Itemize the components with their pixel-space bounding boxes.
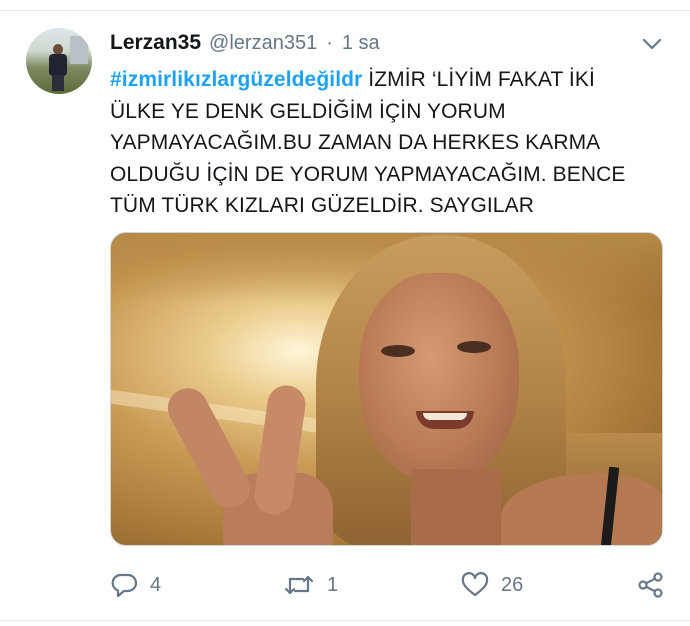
tweet-text-line: TÜM TÜRK KIZLARI GÜZELDİR. SAYGILAR xyxy=(110,194,534,217)
bottom-divider xyxy=(0,620,690,621)
share-button[interactable] xyxy=(637,571,665,599)
photo-teeth xyxy=(423,413,467,420)
timestamp[interactable]: 1 sa xyxy=(342,32,380,55)
like-button[interactable]: 26 xyxy=(461,571,523,599)
photo-eye-left xyxy=(381,345,415,357)
heart-icon xyxy=(461,572,489,598)
avatar-figure-legs xyxy=(52,75,64,91)
tweet-text-line: OLDUĞU İÇİN DE YORUM YAPMAYACAĞIM. BENCE xyxy=(110,162,626,186)
reply-button[interactable]: 4 xyxy=(110,571,161,599)
photo-eye-right xyxy=(457,341,491,353)
reply-count: 4 xyxy=(150,573,162,596)
avatar[interactable] xyxy=(26,28,92,94)
avatar-building xyxy=(70,36,88,64)
tweet-header: Lerzan35 @lerzan351 · 1 sa xyxy=(110,31,380,59)
top-divider xyxy=(0,10,690,11)
like-count: 26 xyxy=(501,573,524,596)
reply-icon xyxy=(110,572,138,598)
retweet-count: 1 xyxy=(327,573,339,596)
tweet-text-segment: İZMİR ‘LİYİM FAKAT İKİ xyxy=(362,68,595,91)
tweet-text-line: YAPMAYACAĞIM.BU ZAMAN DA HERKES KARMA xyxy=(110,131,601,154)
separator-dot: · xyxy=(326,32,333,54)
photo-face xyxy=(359,273,519,483)
photo-neck xyxy=(411,469,501,545)
tweet-text: #izmirlikızlargüzeldeğildr İZMİR ‘LİYİM … xyxy=(110,64,670,222)
tweet-text-line: #izmirlikızlargüzeldeğildr İZMİR ‘LİYİM … xyxy=(110,64,670,96)
user-handle[interactable]: @lerzan351 xyxy=(209,32,317,55)
share-icon xyxy=(637,571,665,599)
retweet-icon xyxy=(283,572,315,598)
photo-finger-left xyxy=(160,381,258,515)
avatar-figure-body xyxy=(49,54,67,76)
chevron-down-icon[interactable] xyxy=(640,34,664,54)
hashtag-link[interactable]: #izmirlikızlargüzeldeğildr xyxy=(110,68,362,91)
display-name[interactable]: Lerzan35 xyxy=(110,31,201,55)
tweet-text-line: ÜLKE YE DENK GELDİĞİM İÇİN YORUM xyxy=(110,99,506,123)
retweet-button[interactable]: 1 xyxy=(283,571,338,599)
tweet-photo[interactable] xyxy=(110,232,663,546)
